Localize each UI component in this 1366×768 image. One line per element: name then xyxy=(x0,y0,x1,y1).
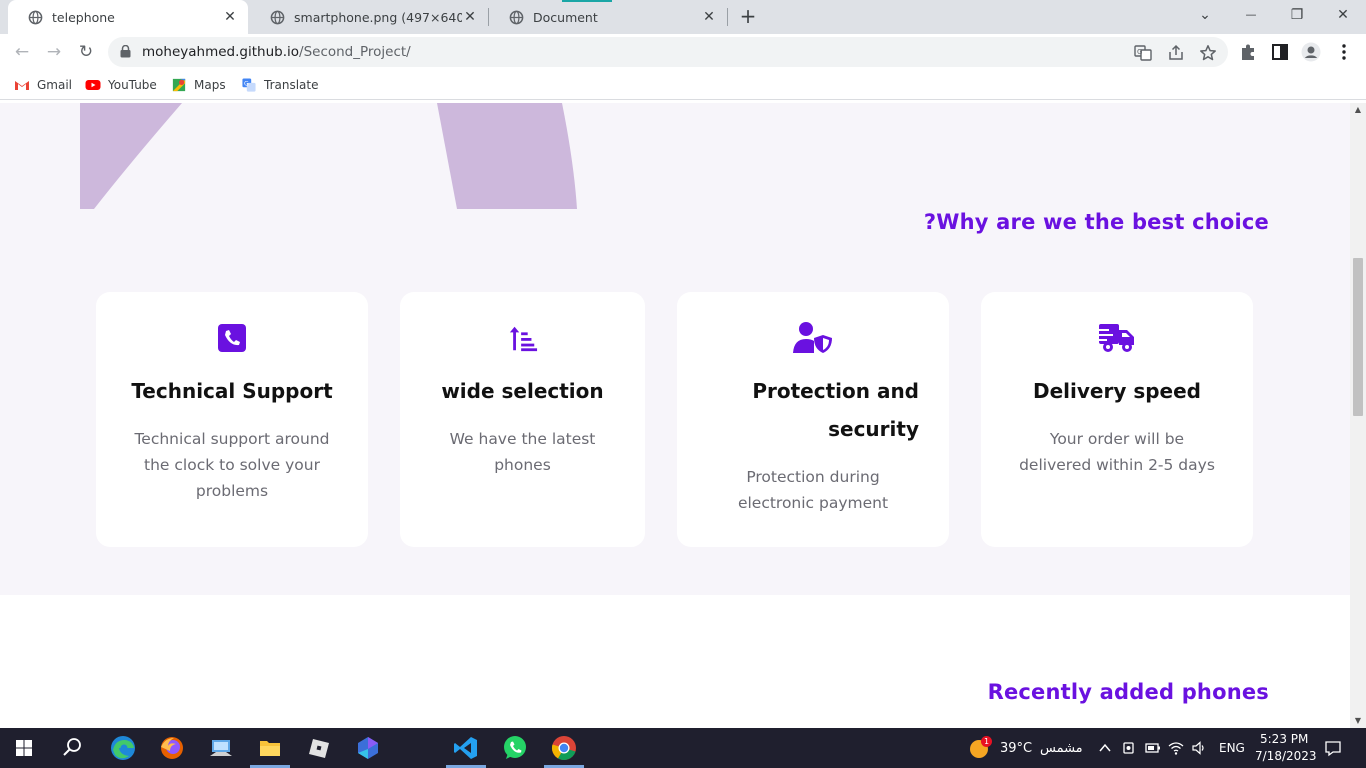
sort-list-icon xyxy=(509,326,537,352)
feature-text: Your order will be delivered within 2-5 … xyxy=(1019,430,1215,474)
feature-title: wide selection xyxy=(441,379,604,403)
show-hidden-icons-icon[interactable] xyxy=(1098,741,1112,755)
truck-fast-icon xyxy=(1097,324,1134,352)
bookmark-gmail[interactable]: Gmail xyxy=(14,76,72,94)
forward-button[interactable]: → xyxy=(42,40,66,64)
bookmark-label: Translate xyxy=(264,78,319,92)
weather-description[interactable]: مشمس xyxy=(1040,741,1083,756)
start-icon[interactable] xyxy=(8,732,40,764)
feature-title: Technical Support xyxy=(131,379,333,403)
input-language[interactable]: ENG xyxy=(1219,741,1245,755)
svg-text:G: G xyxy=(244,80,249,87)
tab-close-icon[interactable]: ✕ xyxy=(222,9,238,25)
lock-icon[interactable] xyxy=(120,45,131,58)
profile-avatar-icon[interactable] xyxy=(1301,42,1321,62)
copilot-icon[interactable] xyxy=(352,732,384,764)
restore-button[interactable]: ❐ xyxy=(1274,0,1320,30)
reload-button[interactable]: ↻ xyxy=(74,40,98,64)
feature-card-protection: Protection and security Protection durin… xyxy=(677,292,949,547)
notifications-icon[interactable] xyxy=(1324,739,1342,757)
url-text[interactable]: moheyahmed.github.io/Second_Project/ xyxy=(142,44,411,60)
side-panel-icon[interactable] xyxy=(1270,42,1290,62)
vscode-icon[interactable] xyxy=(450,732,482,764)
maps-icon xyxy=(172,78,186,92)
bookmark-maps[interactable]: Maps xyxy=(171,76,226,94)
address-bar[interactable]: moheyahmed.github.io/Second_Project/ G xyxy=(108,37,1228,67)
gmail-icon xyxy=(15,81,29,90)
computer-icon[interactable] xyxy=(205,732,237,764)
feature-card-wide-selection: wide selection We have the latest phones xyxy=(400,292,645,547)
roblox-icon[interactable] xyxy=(303,732,335,764)
recent-phones-title: Recently added phones xyxy=(987,680,1269,704)
scroll-up-arrow[interactable]: ▲ xyxy=(1350,103,1366,117)
firefox-icon[interactable] xyxy=(156,732,188,764)
globe-icon xyxy=(270,10,285,24)
close-window-button[interactable]: ✕ xyxy=(1320,0,1366,30)
browser-toolbar: ← → ↻ moheyahmed.github.io/Second_Projec… xyxy=(0,34,1366,70)
tab-strip: telephone ✕ smartphone.png (497×640) ✕ D… xyxy=(0,0,1366,34)
tab-title: Document xyxy=(533,9,598,25)
globe-icon xyxy=(509,10,524,24)
edge-icon[interactable] xyxy=(107,732,139,764)
new-tab-button[interactable]: + xyxy=(736,4,760,28)
minimize-button[interactable]: — xyxy=(1228,0,1274,30)
feature-text: Technical support around the clock to so… xyxy=(134,430,330,500)
wifi-icon[interactable] xyxy=(1168,740,1184,756)
weather-alert-badge: 1 xyxy=(981,736,992,747)
youtube-icon xyxy=(85,80,101,90)
bookmark-label: YouTube xyxy=(108,78,157,92)
feature-text: Protection during electronic payment xyxy=(737,468,889,512)
phone-icon xyxy=(218,324,246,352)
tab-smartphone-png[interactable]: smartphone.png (497×640) ✕ xyxy=(250,0,488,34)
scroll-down-arrow[interactable]: ▼ xyxy=(1350,714,1366,728)
url-host: moheyahmed.github.io xyxy=(142,44,300,60)
feature-title: Protection and security xyxy=(752,379,919,441)
browser-menu-icon[interactable] xyxy=(1334,42,1354,62)
share-icon[interactable] xyxy=(1167,44,1185,62)
feature-title: Delivery speed xyxy=(1032,379,1201,403)
feature-card-technical-support: Technical Support Technical support arou… xyxy=(96,292,368,547)
battery-icon[interactable] xyxy=(1145,740,1161,756)
windows-taskbar: 1 39°C مشمس ENG 5:23 PM 7/18/2023 xyxy=(0,728,1366,768)
tab-separator xyxy=(727,8,728,26)
tab-telephone[interactable]: telephone ✕ xyxy=(8,0,248,34)
page-scrollbar[interactable]: ▲ ▼ xyxy=(1350,103,1366,728)
weather-temperature[interactable]: 39°C xyxy=(1000,741,1032,756)
bookmark-youtube[interactable]: YouTube xyxy=(85,76,157,94)
web-page: ?Why are we the best choice Technical Su… xyxy=(0,103,1350,728)
search-icon[interactable] xyxy=(56,732,88,764)
tab-close-icon[interactable]: ✕ xyxy=(462,9,478,25)
why-section-title: ?Why are we the best choice xyxy=(923,210,1269,234)
tab-title: telephone xyxy=(52,9,115,25)
globe-icon xyxy=(28,10,43,24)
translate-page-icon[interactable]: G xyxy=(1134,44,1152,62)
bookmarks-bar: Gmail YouTube Maps G Translate xyxy=(0,70,1366,100)
user-shield-icon xyxy=(793,322,832,353)
feature-text: We have the latest phones xyxy=(449,430,596,474)
meet-camera-icon[interactable] xyxy=(1121,740,1137,756)
scrollbar-thumb[interactable] xyxy=(1353,258,1363,416)
decorative-shape xyxy=(80,103,577,209)
whatsapp-icon[interactable] xyxy=(499,732,531,764)
url-path: /Second_Project/ xyxy=(299,44,411,60)
clock-time[interactable]: 5:23 PM xyxy=(1260,732,1308,746)
svg-text:G: G xyxy=(1137,48,1142,56)
tab-search-button[interactable]: ⌄ xyxy=(1182,0,1228,30)
volume-icon[interactable] xyxy=(1191,740,1207,756)
extensions-puzzle-icon[interactable] xyxy=(1238,42,1258,62)
why-us-section: ?Why are we the best choice Technical Su… xyxy=(0,103,1350,595)
bookmark-label: Gmail xyxy=(37,78,73,92)
tab-close-icon[interactable]: ✕ xyxy=(701,9,717,25)
bookmark-translate[interactable]: G Translate xyxy=(241,76,319,94)
feature-card-delivery: Delivery speed Your order will be delive… xyxy=(981,292,1253,547)
tab-title: smartphone.png (497×640) xyxy=(294,9,462,25)
tab-document[interactable]: Document ✕ xyxy=(489,0,727,34)
translate-icon: G xyxy=(242,78,256,92)
back-button[interactable]: ← xyxy=(10,40,34,64)
bookmark-star-icon[interactable] xyxy=(1199,44,1217,62)
clock-date[interactable]: 7/18/2023 xyxy=(1255,749,1317,763)
chrome-icon[interactable] xyxy=(548,732,580,764)
file-explorer-icon[interactable] xyxy=(254,732,286,764)
bookmark-label: Maps xyxy=(194,78,226,92)
